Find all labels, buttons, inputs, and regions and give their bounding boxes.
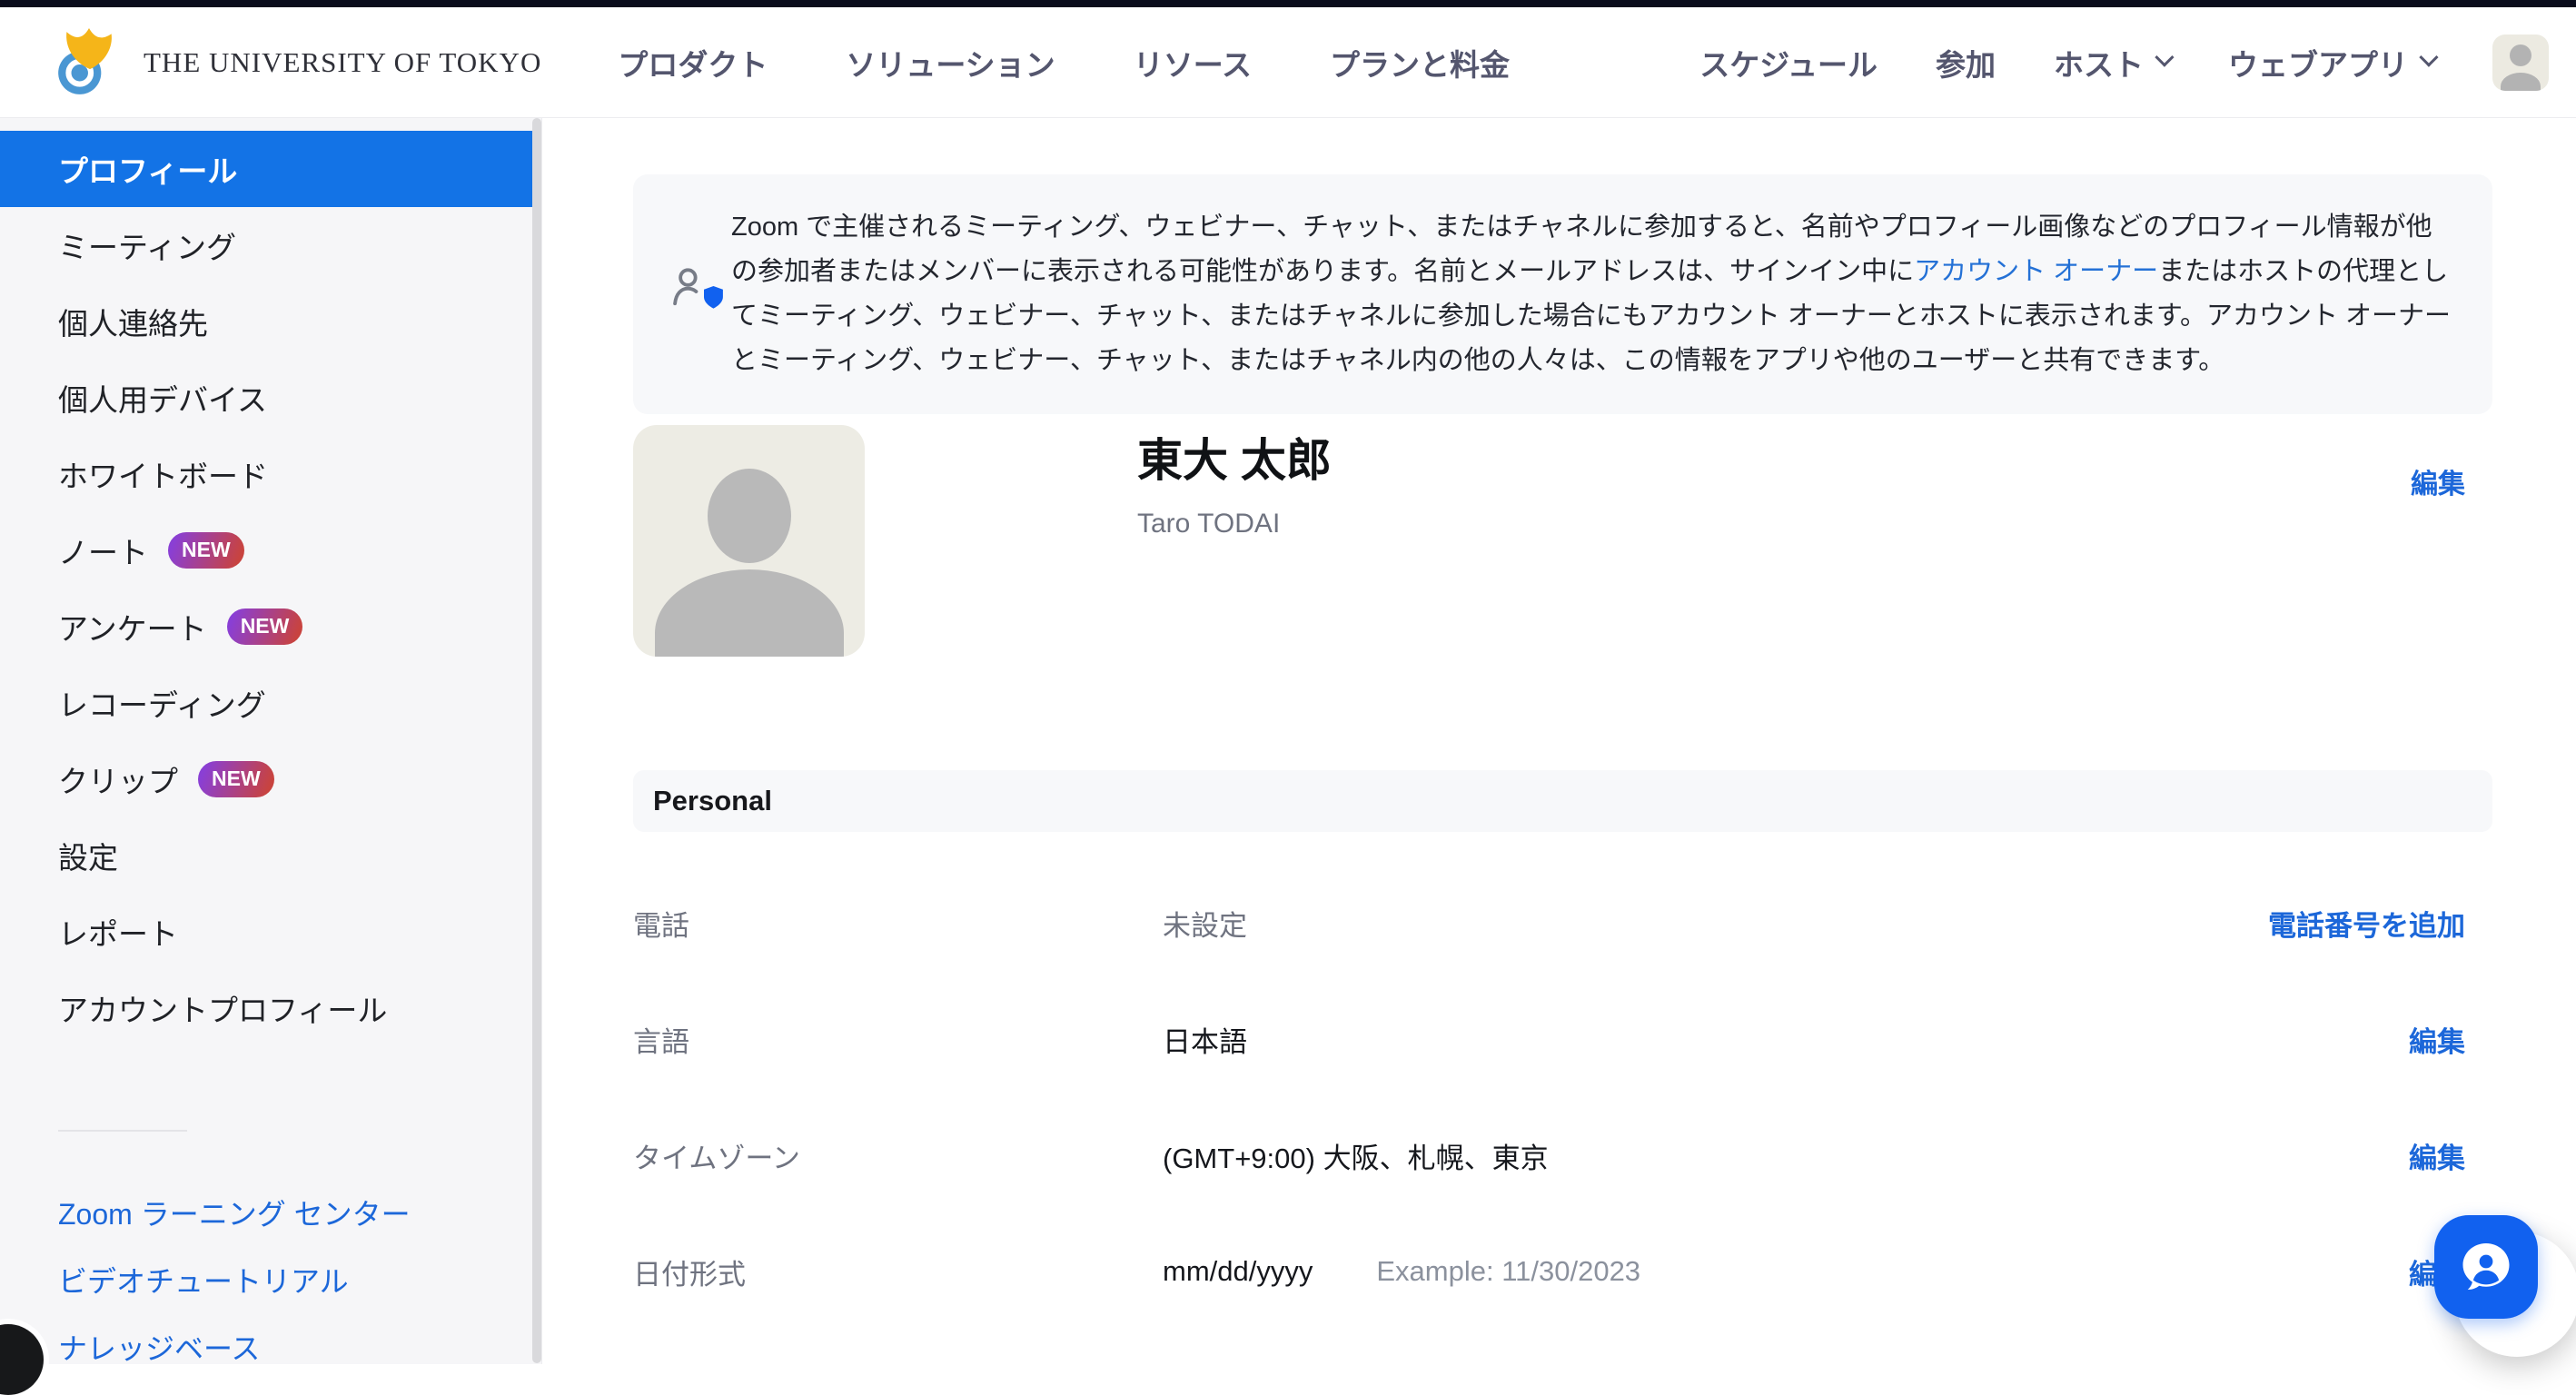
profile-edit-link[interactable]: 編集 [2411, 461, 2465, 501]
sidebar-item-reports[interactable]: レポート [0, 894, 541, 970]
user-avatar[interactable] [2492, 35, 2549, 91]
sidebar-nav: プロフィール ミーティング 個人連絡先 個人用デバイス ホワイトボード ノート … [0, 118, 541, 1046]
sidebar-item-label: ノート [58, 529, 148, 572]
privacy-notice-text: Zoom で主催されるミーティング、ウェビナー、チャット、またはチャネルに参加す… [731, 205, 2452, 383]
nav-resources[interactable]: リソース [1134, 41, 1252, 84]
timezone-label: タイムゾーン [633, 1135, 1163, 1176]
personal-section-title: Personal [653, 785, 772, 817]
link-knowledge-base[interactable]: ナレッジベース [0, 1313, 541, 1380]
sidebar-item-surveys[interactable]: アンケート NEW [0, 589, 541, 665]
language-edit-link[interactable]: 編集 [2409, 1019, 2465, 1060]
sidebar-item-label: 個人用デバイス [58, 376, 267, 420]
sidebar-item-label: プロフィール [58, 147, 237, 191]
link-video-tutorials[interactable]: ビデオチュートリアル [0, 1246, 541, 1313]
display-name: 東大 太郎 [1137, 432, 1332, 489]
sidebar-item-profile[interactable]: プロフィール [0, 131, 533, 207]
phone-label: 電話 [633, 903, 1163, 944]
university-logo[interactable]: THE UNIVERSITY OF TOKYO [53, 26, 541, 99]
sidebar-item-whiteboard[interactable]: ホワイトボード [0, 436, 541, 512]
host-dropdown[interactable]: ホスト [2054, 41, 2170, 84]
account-owner-link[interactable]: アカウント オーナー [1914, 257, 2158, 286]
sidebar-item-personal-devices[interactable]: 個人用デバイス [0, 360, 541, 436]
language-label: 言語 [633, 1019, 1163, 1060]
sidebar-item-label: レポート [58, 910, 178, 954]
avatar-head-shape [2510, 45, 2531, 66]
phone-value: 未設定 [1163, 903, 1247, 944]
sidebar-scrollbar[interactable] [532, 118, 541, 1363]
sidebar-item-clips[interactable]: クリップ NEW [0, 741, 541, 817]
privacy-person-shield-icon [664, 262, 724, 322]
phone-row: 電話 未設定 電話番号を追加 [633, 865, 2465, 981]
schedule-button[interactable]: スケジュール [1699, 41, 1878, 84]
sidebar-item-meetings[interactable]: ミーティング [0, 207, 541, 283]
timezone-row: タイムゾーン (GMT+9:00) 大阪、札幌、東京 編集 [633, 1097, 2465, 1213]
personal-section-bar: Personal [633, 770, 2492, 832]
nav-products[interactable]: プロダクト [618, 41, 768, 84]
avatar-body-shape [655, 569, 844, 657]
webapp-dropdown[interactable]: ウェブアプリ [2228, 41, 2434, 84]
university-name: THE UNIVERSITY OF TOKYO [144, 46, 541, 79]
date-format-label: 日付形式 [633, 1252, 1163, 1292]
timezone-edit-link[interactable]: 編集 [2409, 1135, 2465, 1176]
sidebar-item-label: ホワイトボード [58, 452, 268, 496]
timezone-value: (GMT+9:00) 大阪、札幌、東京 [1163, 1135, 1549, 1176]
header: THE UNIVERSITY OF TOKYO プロダクト ソリューション リソ… [0, 7, 2576, 118]
sidebar: プロフィール ミーティング 個人連絡先 個人用デバイス ホワイトボード ノート … [0, 118, 542, 1364]
webapp-dropdown-label: ウェブアプリ [2228, 41, 2408, 84]
sidebar-item-label: ミーティング [58, 223, 236, 267]
top-dark-strip [0, 0, 2576, 7]
header-actions: スケジュール 参加 ホスト ウェブアプリ [1699, 35, 2549, 91]
support-chat-button[interactable] [2434, 1215, 2538, 1319]
sidebar-divider [58, 1130, 187, 1132]
sidebar-item-notes[interactable]: ノート NEW [0, 512, 541, 589]
date-format-example: Example: 11/30/2023 [1376, 1255, 1640, 1288]
join-button[interactable]: 参加 [1936, 41, 1996, 84]
sidebar-item-label: アカウントプロフィール [58, 986, 387, 1030]
ginkgo-leaf-icon [53, 26, 125, 99]
romanized-name: Taro TODAI [1137, 509, 1332, 539]
profile-avatar[interactable] [633, 425, 865, 657]
sidebar-item-account-profile[interactable]: アカウントプロフィール [0, 970, 541, 1046]
chat-person-icon [2452, 1232, 2521, 1301]
chevron-down-icon [2155, 47, 2174, 66]
date-format-value: mm/dd/yyyy [1163, 1255, 1313, 1288]
sidebar-item-label: レコーディング [58, 681, 266, 725]
date-format-row: 日付形式 mm/dd/yyyy Example: 11/30/2023 編集 [633, 1213, 2465, 1330]
nav-plans-pricing[interactable]: プランと料金 [1330, 41, 1510, 84]
sidebar-item-settings[interactable]: 設定 [0, 817, 541, 894]
personal-rows: 電話 未設定 電話番号を追加 言語 日本語 編集 タイムゾーン (GMT+9:0… [633, 865, 2465, 1330]
new-badge: NEW [198, 761, 274, 797]
sidebar-item-label: 個人連絡先 [58, 300, 208, 343]
sidebar-item-personal-contacts[interactable]: 個人連絡先 [0, 283, 541, 360]
profile-names: 東大 太郎 Taro TODAI [1137, 425, 1332, 657]
privacy-notice: Zoom で主催されるミーティング、ウェビナー、チャット、またはチャネルに参加す… [633, 174, 2492, 414]
nav-solutions[interactable]: ソリューション [846, 41, 1055, 84]
language-row: 言語 日本語 編集 [633, 981, 2465, 1097]
sidebar-item-label: クリップ [58, 757, 178, 801]
sidebar-item-label: アンケート [58, 605, 207, 648]
profile-header: 東大 太郎 Taro TODAI 編集 [633, 425, 2465, 657]
sidebar-item-recordings[interactable]: レコーディング [0, 665, 541, 741]
host-dropdown-label: ホスト [2054, 41, 2144, 84]
new-badge: NEW [227, 608, 303, 645]
avatar-head-shape [708, 469, 791, 563]
link-zoom-learning-center[interactable]: Zoom ラーニング センター [0, 1179, 541, 1246]
sidebar-item-label: 設定 [58, 834, 118, 877]
main-nav: プロダクト ソリューション リソース プランと料金 [618, 41, 1510, 84]
avatar-body-shape [2501, 73, 2541, 91]
new-badge: NEW [168, 532, 244, 569]
language-value: 日本語 [1163, 1019, 1247, 1060]
chevron-down-icon [2419, 47, 2438, 66]
add-phone-number-link[interactable]: 電話番号を追加 [2268, 903, 2465, 944]
main-content: Zoom で主催されるミーティング、ウェビナー、チャット、またはチャネルに参加す… [542, 118, 2576, 1364]
